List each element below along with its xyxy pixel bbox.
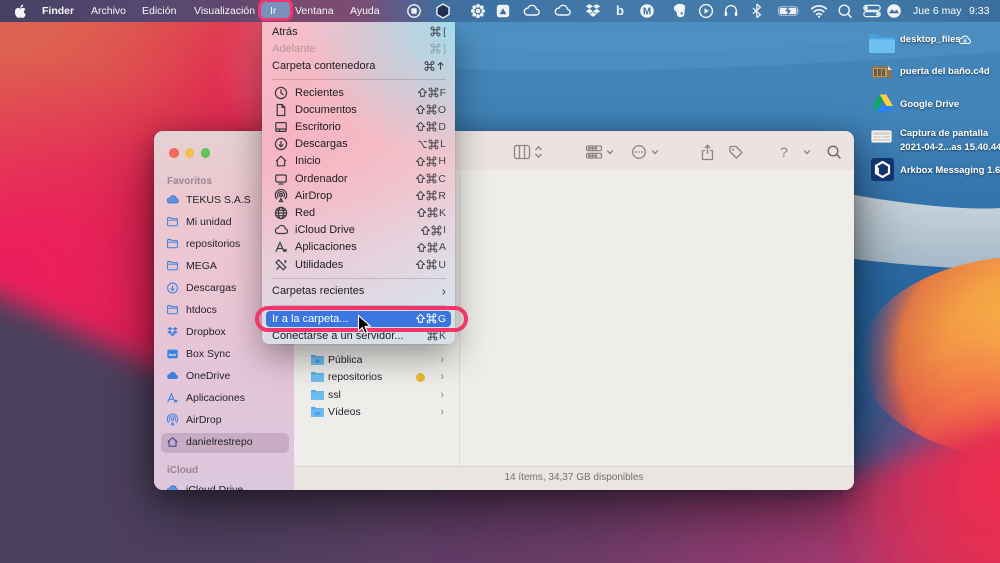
svg-text:M: M [643, 7, 651, 18]
svg-text:?: ? [780, 144, 788, 160]
svg-text:box: box [169, 352, 177, 357]
svg-text:b: b [616, 3, 624, 18]
